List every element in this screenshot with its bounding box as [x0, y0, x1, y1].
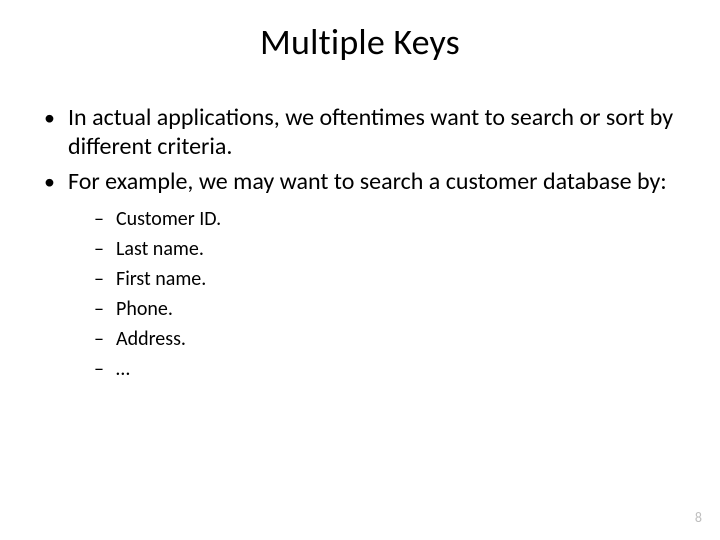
- sub-bullet-item: Last name.: [94, 236, 680, 263]
- page-number: 8: [695, 509, 702, 526]
- sub-bullet-text: …: [116, 357, 130, 381]
- bullet-item: In actual applications, we oftentimes wa…: [40, 104, 680, 162]
- bullet-list: In actual applications, we oftentimes wa…: [40, 104, 680, 383]
- sub-bullet-item: First name.: [94, 266, 680, 293]
- slide-title: Multiple Keys: [0, 0, 720, 64]
- sub-bullet-item: Address.: [94, 326, 680, 353]
- bullet-item: For example, we may want to search a cus…: [40, 168, 680, 384]
- bullet-text: In actual applications, we oftentimes wa…: [68, 103, 673, 161]
- sub-bullet-list: Customer ID. Last name. First name. Phon…: [68, 206, 680, 383]
- sub-bullet-text: Last name.: [116, 237, 204, 261]
- sub-bullet-text: First name.: [116, 267, 206, 291]
- sub-bullet-text: Customer ID.: [116, 207, 221, 231]
- sub-bullet-item: …: [94, 356, 680, 383]
- sub-bullet-item: Customer ID.: [94, 206, 680, 233]
- sub-bullet-item: Phone.: [94, 296, 680, 323]
- sub-bullet-text: Phone.: [116, 297, 173, 321]
- bullet-text: For example, we may want to search a cus…: [68, 167, 667, 196]
- sub-bullet-text: Address.: [116, 327, 186, 351]
- slide-body: In actual applications, we oftentimes wa…: [0, 64, 720, 383]
- slide: Multiple Keys In actual applications, we…: [0, 0, 720, 540]
